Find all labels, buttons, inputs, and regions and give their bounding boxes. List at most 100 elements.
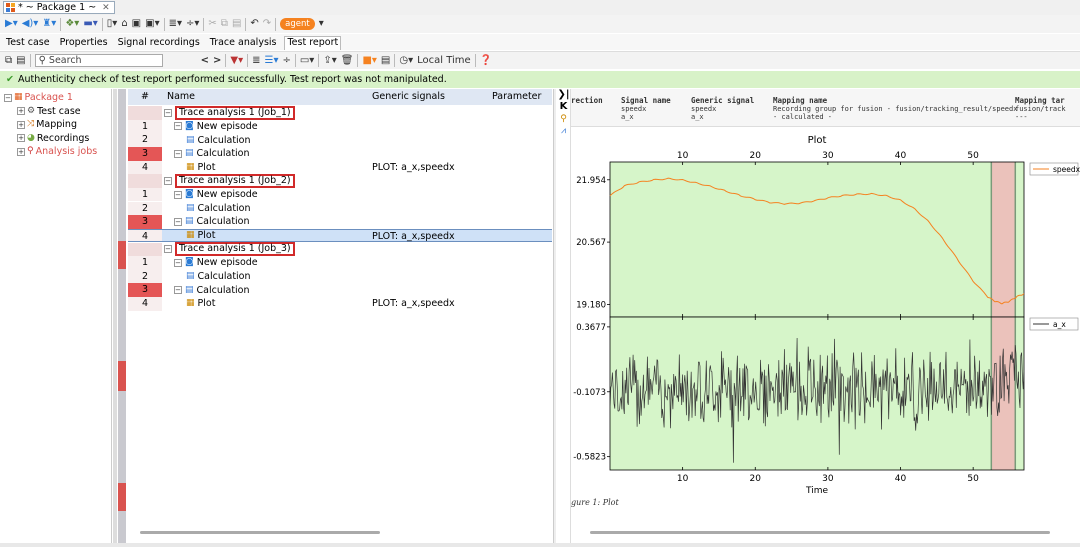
table-row[interactable]: 1 − ◙ New episode [128,187,552,202]
speaker-icon[interactable]: ◀)▾ [22,16,39,32]
time-mode-label[interactable]: Local Time [417,53,471,69]
separator [101,17,103,31]
table-row[interactable]: 4 ▦ Plot PLOT: a_x,speedx [128,228,552,243]
document-tab[interactable]: * ~ Package 1 ~ ✕ [3,1,115,14]
divide-icon[interactable]: ÷▾ [186,16,199,32]
column-header-number[interactable]: # [128,89,162,105]
table-row[interactable]: 2 ▤ Calculation [128,133,552,147]
log-icon[interactable]: ■▾ [362,53,376,69]
undo-icon[interactable]: ↶ [250,16,258,32]
x-axis-label: Time [805,486,828,496]
table-row[interactable]: 2 ▤ Calculation [128,269,552,284]
column-header-parameter[interactable]: Parameter [489,89,552,105]
tree-item-package-1[interactable]: − ▦ Package 1 [4,91,73,104]
expand-toggle-icon[interactable]: − [4,93,12,102]
table-row[interactable]: − Trace analysis 1 (Job_1) [128,105,552,120]
tree-item-label: Package 1 [24,92,73,103]
expand-icon[interactable]: ≣ [252,53,260,69]
tree-item-analysis-jobs[interactable]: + ⚲ Analysis jobs [17,145,97,158]
chart-icon[interactable]: ⩘ [557,125,570,137]
list-icon[interactable]: ☰▾ [264,53,278,69]
tree-item-test-case[interactable]: + ⚙ Test case [17,105,81,118]
table-row[interactable]: 1 − ◙ New episode [128,256,552,270]
separator [474,54,476,67]
new-file-icon[interactable]: ▯▾ [107,16,118,32]
document-icon[interactable]: ▤ [381,53,390,69]
table-row[interactable]: 3 − ▤ Calculation [128,215,552,229]
splitter[interactable] [553,89,556,543]
table-row[interactable]: 2 ▤ Calculation [128,201,552,216]
back-icon[interactable]: < [201,53,209,69]
collapse-toggle-icon[interactable]: − [174,149,182,158]
copy-icon[interactable]: ⧉ [5,53,12,69]
divide-icon[interactable]: ÷ [282,53,290,69]
tree-item-label: Test case [37,105,81,117]
tab-properties[interactable]: Properties [58,37,110,50]
plot-icon: ▦ [186,298,195,309]
collapse-toggle-icon[interactable]: − [164,177,172,186]
save-icon[interactable]: ▣ [132,16,141,32]
package-icon: ▦ [14,92,23,102]
table-row[interactable]: − Trace analysis 1 (Job_2) [128,174,552,189]
robot-icon[interactable]: ♜▾ [42,16,56,32]
expand-toggle-icon[interactable]: + [17,107,25,115]
redo-icon[interactable]: ↷ [263,16,271,32]
delete-icon[interactable]: 🗑 [341,53,354,69]
table-row[interactable]: 3 − ▤ Calculation [128,283,552,298]
k-icon[interactable]: K [557,101,570,113]
save-as-icon[interactable]: ▣▾ [145,16,159,32]
search-input[interactable]: ⚲ Search [34,54,163,67]
close-icon[interactable]: ✕ [102,3,110,13]
paste-icon[interactable]: ▤ [232,16,241,32]
row-number: 4 [128,160,162,175]
chevron-down-icon[interactable]: ▾ [319,16,324,32]
component-icon[interactable]: ❖▾ [65,16,79,32]
highlight-region [991,162,1016,317]
collapse-toggle-icon[interactable]: − [164,108,172,117]
tree-item-recordings[interactable]: + ◕ Recordings [17,132,89,145]
align-icon[interactable]: ≣▾ [169,16,182,32]
tab-trace-analysis[interactable]: Trace analysis [208,37,279,50]
paste-icon[interactable]: ▤ [16,53,25,69]
tab-test-case[interactable]: Test case [4,37,52,50]
export-icon[interactable]: ⇪▾ [323,53,336,69]
clock-icon[interactable]: ◷▾ [399,53,413,69]
table-row[interactable]: 4 ▦ Plot PLOT: a_x,speedx [128,160,552,175]
calculation-icon: ▤ [186,271,195,282]
copy-icon[interactable]: ⧉ [221,16,228,32]
pin-icon[interactable]: ⚲ [557,113,570,125]
collapse-toggle-icon[interactable]: − [174,258,182,267]
table-row[interactable]: 1 − ◙ New episode [128,119,552,134]
collapse-toggle-icon[interactable]: − [174,286,182,295]
column-header-generic-signals[interactable]: Generic signals [369,89,489,105]
plot-title: Plot [808,135,827,146]
collapse-toggle-icon[interactable]: − [174,122,182,131]
help-icon[interactable]: ❓ [480,53,492,69]
horizontal-scrollbar[interactable] [590,531,1050,534]
expand-toggle-icon[interactable]: + [17,147,25,156]
tab-signal-recordings[interactable]: Signal recordings [116,37,202,50]
expand-toggle-icon[interactable]: + [17,134,25,142]
collapse-toggle-icon[interactable]: − [174,190,182,199]
tree-item-mapping[interactable]: + ⤨ Mapping [17,118,77,131]
play-icon[interactable]: ▶▾ [5,16,18,32]
search-placeholder: Search [48,55,82,66]
main-toolbar: ▶▾ ◀)▾ ♜▾ ❖▾ ▬▾ ▯▾ ⌂ ▣ ▣▾ ≣▾ ÷▾ ✂ ⧉ ▤ ↶ … [0,15,1080,33]
filter-icon[interactable]: ▼▾ [230,53,243,69]
tab-test-report[interactable]: Test report [284,36,342,50]
column-header-name[interactable]: Name [162,89,369,105]
collapse-toggle-icon[interactable]: − [174,217,182,226]
table-row[interactable]: − Trace analysis 1 (Job_3) [128,242,552,257]
table-row[interactable]: 4 ▦ Plot PLOT: a_x,speedx [128,297,552,311]
open-folder-icon[interactable]: ⌂ [121,16,127,32]
cut-icon[interactable]: ✂ [208,16,216,32]
expand-toggle-icon[interactable]: + [17,120,25,129]
window-icon[interactable]: ▭▾ [300,53,314,69]
horizontal-scrollbar[interactable] [140,531,380,534]
table-row[interactable]: 3 − ▤ Calculation [128,146,552,161]
agent-button[interactable]: agent [280,18,315,30]
forward-icon[interactable]: > [213,53,221,69]
flag-icon[interactable]: ▬▾ [83,16,97,32]
collapse-icon[interactable]: ❯| [557,89,570,101]
collapse-toggle-icon[interactable]: − [164,245,172,254]
